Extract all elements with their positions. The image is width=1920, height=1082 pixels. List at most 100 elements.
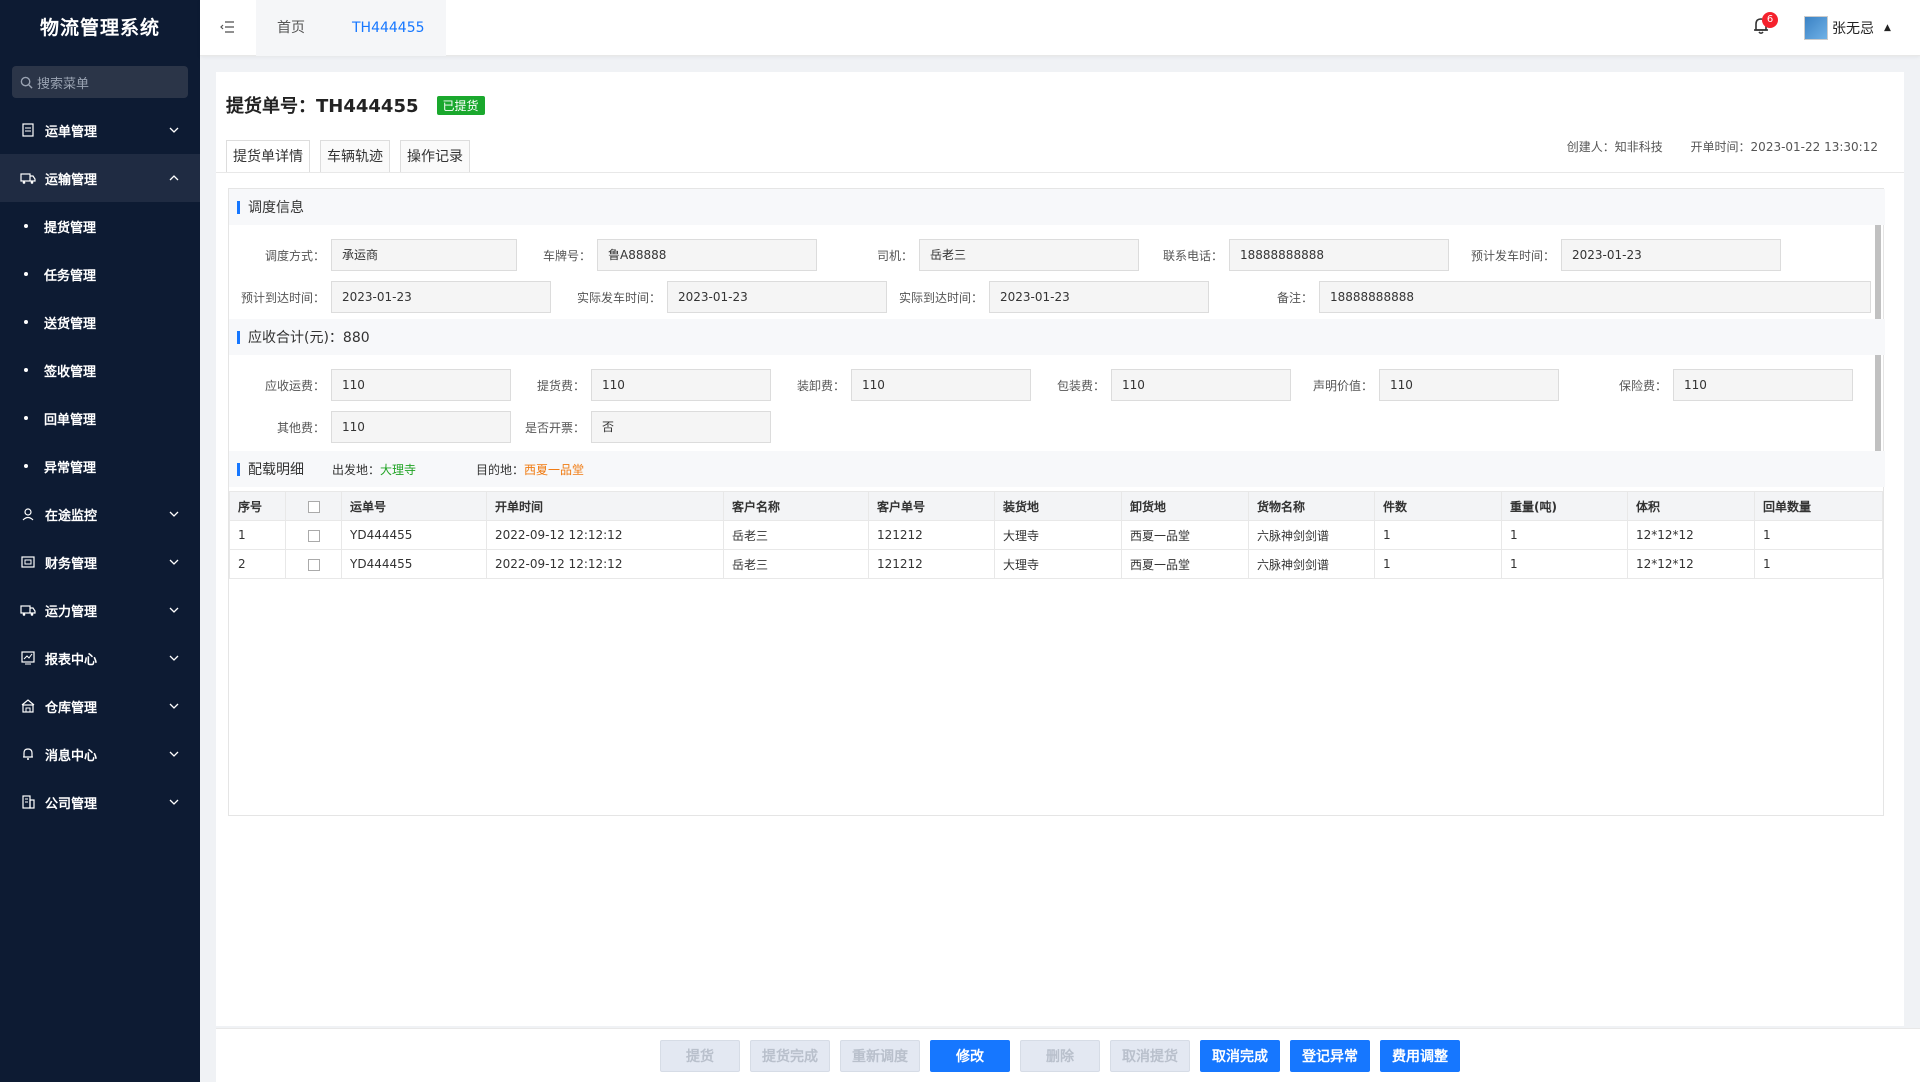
driver-value[interactable]: 岳老三 xyxy=(919,239,1139,271)
sidebar-subitem-receipt[interactable]: 回单管理 xyxy=(0,394,200,442)
pickup-complete-button[interactable]: 提货完成 xyxy=(750,1040,830,1072)
insurance-value[interactable]: 110 xyxy=(1673,369,1853,401)
field-plate-number: 车牌号： 鲁A88888 xyxy=(529,239,817,271)
sidebar-subitem-task[interactable]: 任务管理 xyxy=(0,250,200,298)
waybill-link[interactable]: YD444455 xyxy=(341,549,487,579)
location-icon xyxy=(20,506,36,522)
sidebar-subitem-signoff[interactable]: 签收管理 xyxy=(0,346,200,394)
select-all-checkbox[interactable] xyxy=(307,500,320,513)
section-title: 配载明细 xyxy=(248,462,304,478)
row-checkbox[interactable] xyxy=(307,529,320,542)
table-row: 1 YD444455 2022-09-12 12:12:12 岳老三 12121… xyxy=(229,520,1883,550)
field-est-departure: 预计发车时间： 2023-01-23 xyxy=(1469,239,1781,271)
dispatch-mode-value[interactable]: 承运商 xyxy=(331,239,517,271)
delete-button[interactable]: 删除 xyxy=(1020,1040,1100,1072)
field-pickup-fee: 提货费： 110 xyxy=(519,369,771,401)
sidebar-item-warehouse[interactable]: 仓库管理 xyxy=(0,682,200,730)
chart-icon xyxy=(20,650,36,666)
document-icon xyxy=(20,122,36,138)
detail-panel: 调度信息 调度方式： 承运商 车牌号： 鲁A88888 司机： 岳老三 联系电话： 18… xyxy=(228,188,1885,816)
col-customer: 客户名称 xyxy=(723,491,869,521)
col-waybill: 运单号 xyxy=(341,491,487,521)
register-exception-button[interactable]: 登记异常 xyxy=(1290,1040,1370,1072)
sidebar-item-waybill[interactable]: 运单管理 xyxy=(0,106,200,154)
menu-search-input[interactable]: 搜索菜单 xyxy=(12,66,188,98)
section-title: 调度信息 xyxy=(248,200,304,216)
sidebar-item-reports[interactable]: 报表中心 xyxy=(0,634,200,682)
packing-fee-value[interactable]: 110 xyxy=(1111,369,1291,401)
field-packing-fee: 包装费： 110 xyxy=(1039,369,1291,401)
sidebar-subitem-pickup[interactable]: 提货管理 xyxy=(0,202,200,250)
tab-operation-log[interactable]: 操作记录 xyxy=(400,140,470,172)
sidebar-item-label: 报表中心 xyxy=(45,652,98,668)
field-handling-fee: 装卸费： 110 xyxy=(779,369,1031,401)
tab-th444455[interactable]: TH444455× xyxy=(326,0,446,90)
chevron-down-icon xyxy=(169,511,179,517)
declared-value-value[interactable]: 110 xyxy=(1379,369,1559,401)
chevron-up-icon xyxy=(169,175,179,181)
col-receipt-count: 回单数量 xyxy=(1754,491,1883,521)
field-actual-arrival: 实际到达时间： 2023-01-23 xyxy=(889,281,1209,313)
section-marker xyxy=(237,462,240,476)
sidebar-item-capacity[interactable]: 运力管理 xyxy=(0,586,200,634)
remarks-value[interactable]: 18888888888 xyxy=(1319,281,1871,313)
menu-toggle-icon[interactable] xyxy=(220,20,236,34)
sidebar-item-messages[interactable]: 消息中心 xyxy=(0,730,200,778)
col-load-place: 装货地 xyxy=(994,491,1122,521)
actual-arrival-value[interactable]: 2023-01-23 xyxy=(989,281,1209,313)
sidebar-subitem-exception[interactable]: 异常管理 xyxy=(0,442,200,490)
notification-count-badge: 6 xyxy=(1762,12,1778,28)
handling-fee-value[interactable]: 110 xyxy=(851,369,1031,401)
phone-value[interactable]: 18888888888 xyxy=(1229,239,1449,271)
loading-table: 序号 运单号 开单时间 客户名称 客户单号 装货地 卸货地 货物名称 件数 重量… xyxy=(229,491,1883,579)
tab-pickup-detail[interactable]: 提货单详情 xyxy=(226,140,310,172)
user-menu[interactable]: 张无忌 ▲ xyxy=(1804,16,1891,40)
cancel-pickup-button[interactable]: 取消提货 xyxy=(1110,1040,1190,1072)
actual-departure-value[interactable]: 2023-01-23 xyxy=(667,281,887,313)
sidebar-item-company[interactable]: 公司管理 xyxy=(0,778,200,826)
sidebar-item-label: 运力管理 xyxy=(45,604,98,620)
edit-button[interactable]: 修改 xyxy=(930,1040,1010,1072)
plate-number-value[interactable]: 鲁A88888 xyxy=(597,239,817,271)
waybill-link[interactable]: YD444455 xyxy=(341,520,487,550)
origin-value: 大理寺 xyxy=(380,462,417,477)
action-buttons: 提货 提货完成 重新调度 修改 删除 取消提货 取消完成 登记异常 费用调整 xyxy=(660,1040,1470,1072)
sidebar-item-finance[interactable]: 财务管理 xyxy=(0,538,200,586)
est-departure-value[interactable]: 2023-01-23 xyxy=(1561,239,1781,271)
divider xyxy=(216,172,1904,173)
freight-value[interactable]: 110 xyxy=(331,369,511,401)
sidebar-subitem-delivery[interactable]: 送货管理 xyxy=(0,298,200,346)
sidebar-item-transport[interactable]: 运输管理 xyxy=(0,154,200,202)
section-fees: 应收合计(元)：880 xyxy=(229,319,1885,355)
row-checkbox[interactable] xyxy=(307,558,320,571)
pickup-fee-value[interactable]: 110 xyxy=(591,369,771,401)
col-index: 序号 xyxy=(229,491,286,521)
tab-home[interactable]: 首页 xyxy=(256,0,326,56)
detail-tabs: 提货单详情 车辆轨迹 操作记录 xyxy=(226,140,480,172)
fee-adjust-button[interactable]: 费用调整 xyxy=(1380,1040,1460,1072)
origin-info: 出发地：大理寺 xyxy=(332,462,417,477)
col-weight: 重量(吨) xyxy=(1501,491,1628,521)
sidebar-item-monitor[interactable]: 在途监控 xyxy=(0,490,200,538)
tab-vehicle-track[interactable]: 车辆轨迹 xyxy=(320,140,390,172)
est-arrival-value[interactable]: 2023-01-23 xyxy=(331,281,551,313)
chevron-down-icon xyxy=(169,751,179,757)
chevron-down-icon xyxy=(169,655,179,661)
open-time: 开单时间：2023-01-22 13:30:12 xyxy=(1690,140,1878,154)
sidebar-item-label: 消息中心 xyxy=(45,748,98,764)
pickup-button[interactable]: 提货 xyxy=(660,1040,740,1072)
truck-icon xyxy=(20,602,36,618)
table-row: 2 YD444455 2022-09-12 12:12:12 岳老三 12121… xyxy=(229,549,1883,579)
chevron-down-icon xyxy=(169,559,179,565)
sidebar-item-label: 运单管理 xyxy=(45,124,98,140)
cancel-complete-button[interactable]: 取消完成 xyxy=(1200,1040,1280,1072)
redispatch-button[interactable]: 重新调度 xyxy=(840,1040,920,1072)
menu-search-placeholder: 搜索菜单 xyxy=(37,76,90,92)
col-goods: 货物名称 xyxy=(1248,491,1375,521)
other-fee-value[interactable]: 110 xyxy=(331,411,511,443)
tab-label: TH444455 xyxy=(352,20,425,36)
wallet-icon xyxy=(20,554,36,570)
invoice-value[interactable]: 否 xyxy=(591,411,771,443)
col-open-time: 开单时间 xyxy=(486,491,724,521)
field-remarks: 备注： 18888888888 xyxy=(1209,281,1871,313)
